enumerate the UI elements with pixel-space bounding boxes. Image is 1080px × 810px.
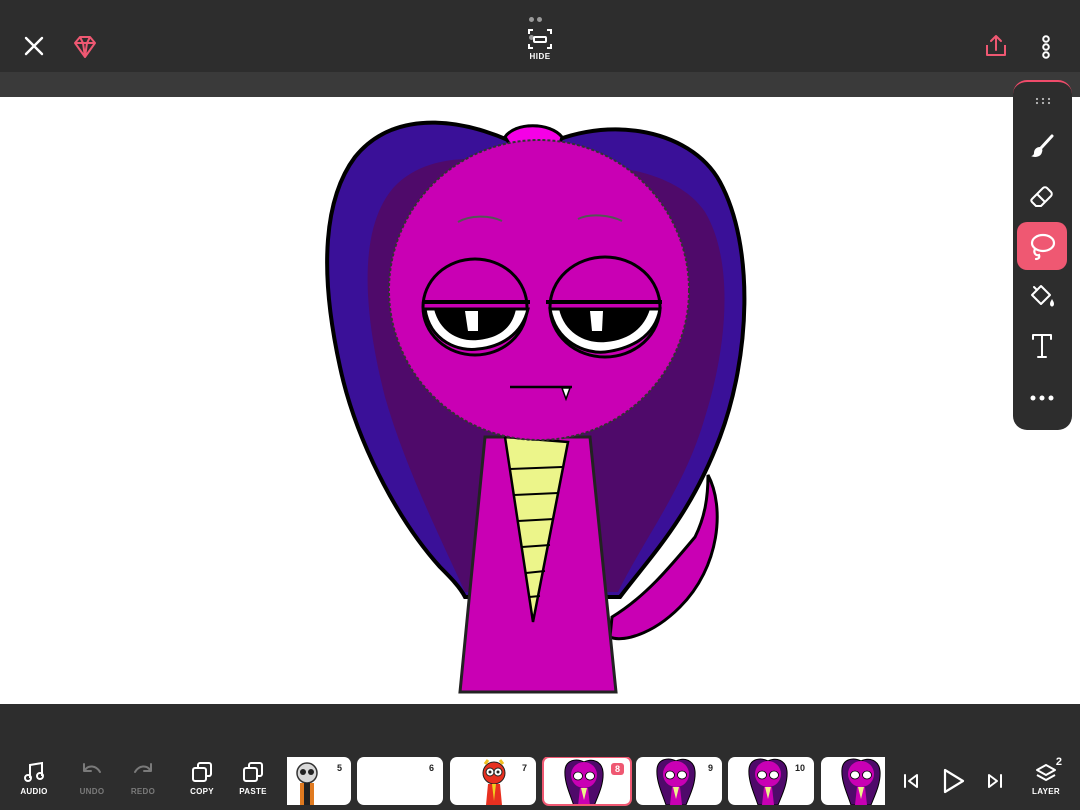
frame-thumbnail[interactable]: 6 — [357, 757, 443, 805]
frame-thumbnail-image — [748, 758, 788, 805]
premium-button[interactable] — [72, 34, 98, 60]
audio-button[interactable]: AUDIO — [10, 760, 58, 806]
frame-thumbnail-image — [482, 759, 506, 805]
copy-label: COPY — [190, 787, 214, 796]
eraser-tool[interactable] — [1017, 172, 1067, 220]
previous-frame-button[interactable] — [900, 770, 922, 792]
undo-button[interactable]: UNDO — [68, 760, 116, 806]
frame-thumbnail[interactable]: 9 — [636, 757, 722, 805]
music-note-icon — [24, 761, 44, 782]
canvas-top-margin — [0, 72, 1080, 97]
paste-button[interactable]: PASTE — [229, 760, 277, 806]
close-button[interactable] — [20, 32, 48, 60]
app-root: HIDE AUDIO UNDO REDO COPY PASTE 5 6 7 8 … — [0, 0, 1080, 810]
gem-icon — [74, 36, 96, 58]
frame-thumbnail[interactable]: 5 — [287, 757, 351, 805]
drag-handle-icon[interactable] — [529, 9, 551, 40]
frame-number: 6 — [428, 763, 434, 773]
brush-tool[interactable] — [1017, 122, 1067, 170]
drawing-canvas[interactable] — [0, 97, 1080, 704]
frame-thumbnail-image — [841, 758, 881, 805]
canvas-bottom-margin — [0, 704, 1080, 750]
lasso-icon — [1030, 233, 1056, 261]
frame-number: 9 — [707, 763, 713, 773]
paste-label: PASTE — [239, 787, 267, 796]
frame-number-current: 8 — [610, 763, 624, 775]
eraser-icon — [1030, 186, 1053, 207]
frame-thumbnail[interactable] — [821, 757, 885, 805]
layer-button[interactable]: 2 LAYER — [1022, 756, 1070, 806]
frame-number: 7 — [521, 763, 527, 773]
skip-forward-icon — [988, 774, 1002, 788]
frame-thumbnail[interactable]: 7 — [450, 757, 536, 805]
brush-icon — [1031, 134, 1054, 157]
snake-drawing — [325, 120, 747, 694]
text-tool[interactable] — [1017, 322, 1067, 370]
layer-count: 2 — [1055, 756, 1062, 768]
undo-label: UNDO — [79, 787, 105, 796]
redo-label: REDO — [130, 787, 156, 796]
skip-back-icon — [904, 774, 918, 788]
paint-bucket-icon — [1031, 285, 1054, 307]
frame-thumbnail[interactable]: 10 — [728, 757, 814, 805]
frame-number: 10 — [794, 763, 805, 773]
redo-button[interactable]: REDO — [119, 760, 167, 806]
audio-label: AUDIO — [20, 787, 48, 796]
play-icon — [943, 768, 965, 794]
hide-icon — [528, 29, 552, 49]
frame-thumbnail-image — [656, 758, 696, 805]
vertical-dots-icon — [1042, 35, 1050, 59]
hide-label: HIDE — [529, 52, 551, 61]
frame-thumbnail-current[interactable]: 8 — [542, 757, 632, 806]
copy-icon — [192, 762, 212, 782]
play-button[interactable] — [938, 766, 968, 796]
layer-label: LAYER — [1032, 787, 1060, 796]
more-options-button[interactable] — [1036, 32, 1056, 60]
text-icon — [1032, 334, 1052, 358]
share-button[interactable] — [982, 32, 1010, 60]
lasso-tool[interactable] — [1017, 222, 1067, 270]
redo-icon — [134, 763, 152, 773]
share-icon — [986, 35, 1006, 56]
copy-button[interactable]: COPY — [178, 760, 226, 806]
bottom-bar: AUDIO UNDO REDO COPY PASTE 5 6 7 8 9 10 … — [0, 750, 1080, 810]
frame-thumbnail-image — [564, 759, 604, 804]
tool-panel — [1013, 80, 1072, 430]
close-icon — [24, 36, 44, 56]
frame-thumbnail-image — [296, 762, 318, 805]
frame-filmstrip[interactable]: 5 6 7 8 9 10 — [287, 757, 885, 807]
fill-tool[interactable] — [1017, 272, 1067, 320]
top-bar: HIDE — [0, 0, 1080, 72]
frame-number: 5 — [336, 763, 342, 773]
more-tools-button[interactable] — [1017, 374, 1067, 422]
layers-icon — [1036, 764, 1056, 781]
horizontal-dots-icon — [1030, 395, 1054, 401]
next-frame-button[interactable] — [984, 770, 1006, 792]
panel-grip-icon[interactable] — [1034, 97, 1052, 105]
paste-icon — [243, 762, 263, 782]
hide-ui-button[interactable]: HIDE — [518, 28, 562, 68]
undo-icon — [83, 763, 101, 773]
